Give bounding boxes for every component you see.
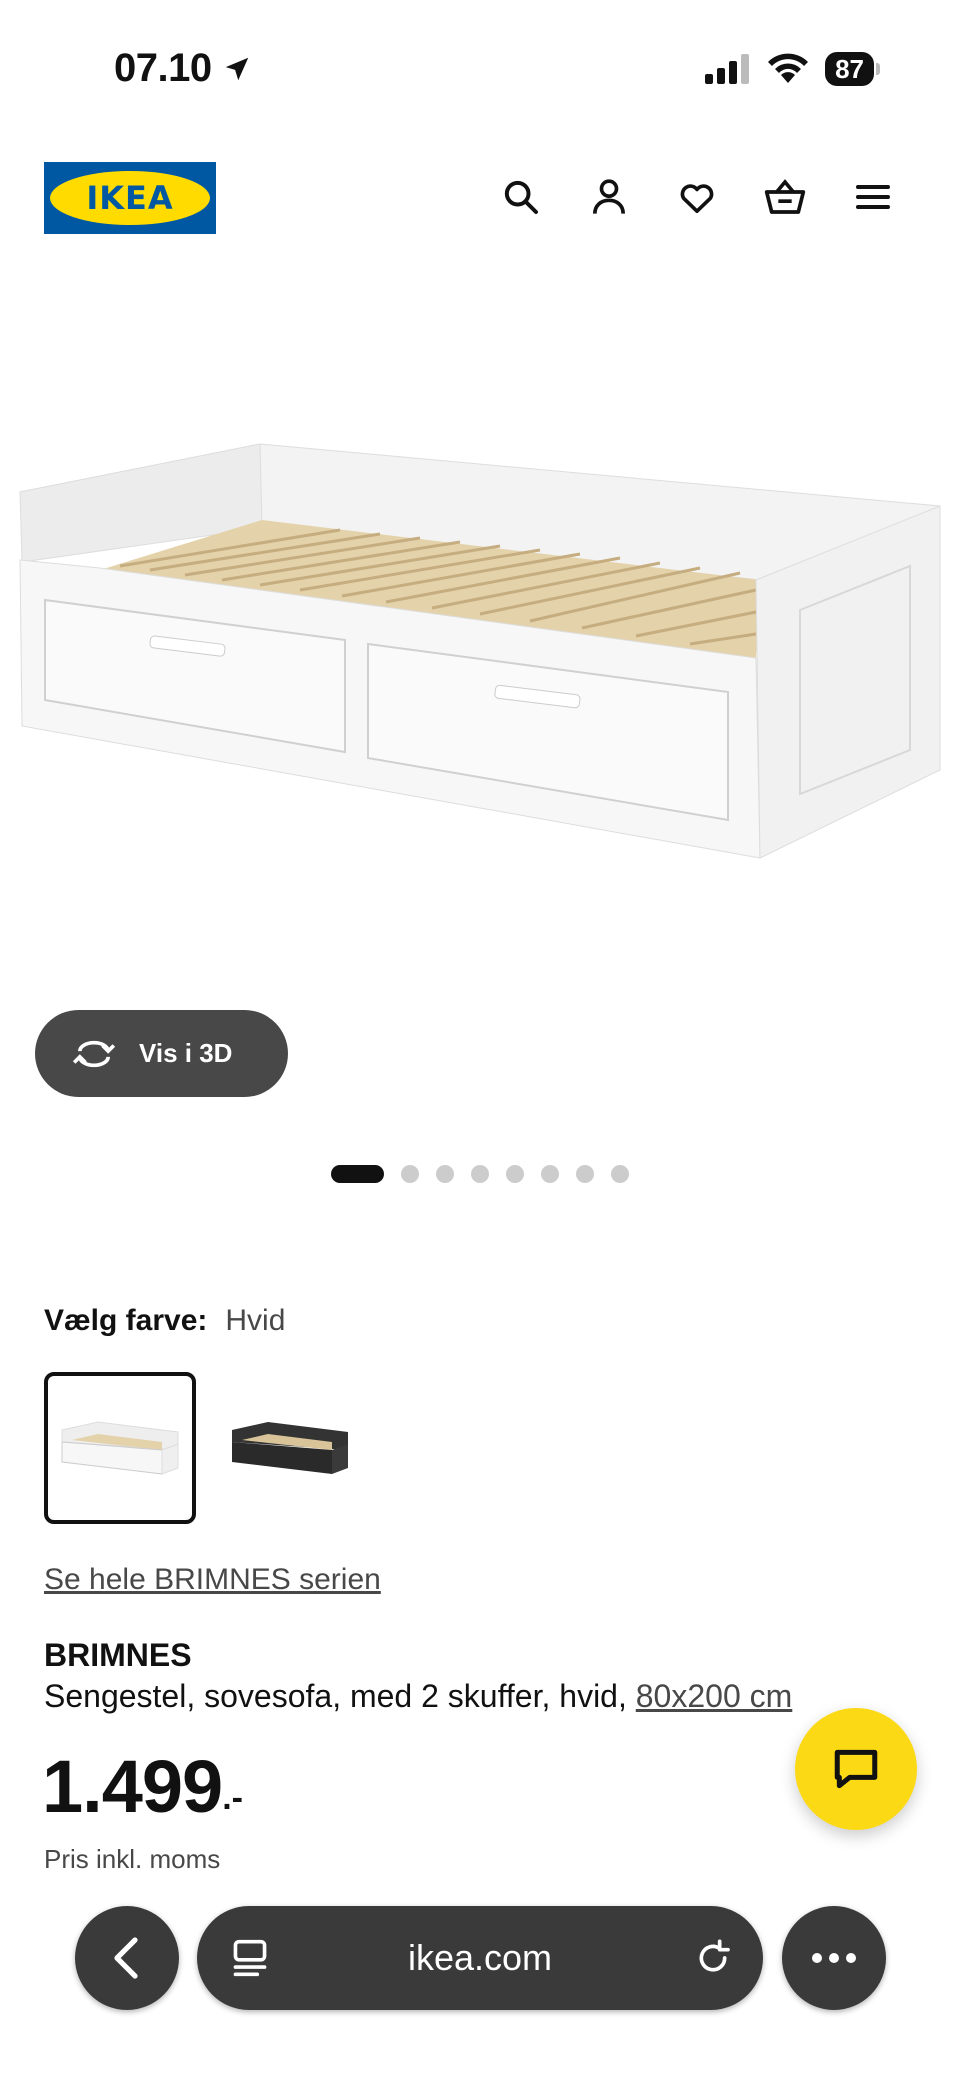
- gallery-dot-2[interactable]: [401, 1165, 419, 1183]
- view-in-3d-label: Vis i 3D: [139, 1038, 233, 1068]
- size-link[interactable]: 80x200 cm: [636, 1678, 793, 1714]
- cellular-signal-icon: [705, 54, 750, 84]
- url-text: ikea.com: [407, 1937, 553, 1978]
- browser-toolbar: ikea.com: [0, 1906, 960, 2016]
- basket-icon[interactable]: [762, 174, 808, 220]
- product-description: Sengestel, sovesofa, med 2 skuffer, hvid…: [44, 1678, 792, 1715]
- price-suffix: .-: [222, 1779, 243, 1817]
- search-icon[interactable]: [498, 174, 544, 220]
- gallery-dot-3[interactable]: [436, 1165, 454, 1183]
- gallery-dot-8[interactable]: [611, 1165, 629, 1183]
- address-bar[interactable]: ikea.com: [197, 1906, 763, 2010]
- selected-color: Hvid: [225, 1304, 286, 1337]
- price-note: Pris inkl. moms: [44, 1844, 221, 1874]
- rotate-3d-icon: [72, 1040, 116, 1067]
- more-options-button[interactable]: [782, 1906, 886, 2010]
- view-in-3d-button[interactable]: Vis i 3D: [35, 1010, 288, 1097]
- gallery-dot-5[interactable]: [506, 1165, 524, 1183]
- header-actions: [498, 174, 896, 220]
- time-text: 07.10: [114, 46, 212, 90]
- product-price: 1.499 .-: [42, 1750, 243, 1824]
- gallery-dot-6[interactable]: [541, 1165, 559, 1183]
- site-header: IKEA: [0, 162, 960, 236]
- ikea-logo[interactable]: IKEA: [44, 162, 216, 234]
- ellipsis-icon: [812, 1953, 856, 1963]
- page-menu-icon[interactable]: [231, 1938, 269, 1978]
- account-icon[interactable]: [586, 174, 632, 220]
- product-image[interactable]: [0, 400, 960, 1000]
- gallery-dot-4[interactable]: [471, 1165, 489, 1183]
- chat-bubble-icon: [834, 1749, 878, 1789]
- battery-indicator: 87: [825, 52, 880, 86]
- color-label: Vælg farve:: [44, 1304, 208, 1337]
- menu-icon[interactable]: [850, 174, 896, 220]
- product-name: BRIMNES: [44, 1637, 192, 1673]
- gallery-pagination: [0, 1165, 960, 1183]
- gallery-dot-1[interactable]: [331, 1165, 384, 1183]
- gallery-dot-7[interactable]: [576, 1165, 594, 1183]
- reload-icon[interactable]: [693, 1938, 733, 1978]
- logo-oval: IKEA: [50, 171, 210, 225]
- color-swatches: [44, 1372, 366, 1524]
- product-description-text: Sengestel, sovesofa, med 2 skuffer, hvid…: [44, 1678, 636, 1714]
- status-indicators: 87: [705, 52, 880, 86]
- color-selector-heading: Vælg farve: Hvid: [44, 1304, 285, 1338]
- price-amount: 1.499: [42, 1745, 223, 1828]
- chat-button[interactable]: [795, 1708, 917, 1830]
- location-arrow-icon: [225, 57, 248, 80]
- chevron-left-icon: [114, 1937, 138, 1979]
- series-link[interactable]: Se hele BRIMNES serien: [44, 1563, 381, 1597]
- logo-text: IKEA: [86, 179, 174, 217]
- swatch-black[interactable]: [214, 1372, 366, 1524]
- back-button[interactable]: [75, 1906, 179, 2010]
- wifi-icon: [768, 53, 809, 83]
- swatch-white[interactable]: [44, 1372, 196, 1524]
- status-time: 07.10: [114, 46, 252, 91]
- heart-icon[interactable]: [674, 174, 720, 220]
- battery-level: 87: [835, 53, 864, 84]
- status-bar: 07.10 87: [0, 0, 960, 140]
